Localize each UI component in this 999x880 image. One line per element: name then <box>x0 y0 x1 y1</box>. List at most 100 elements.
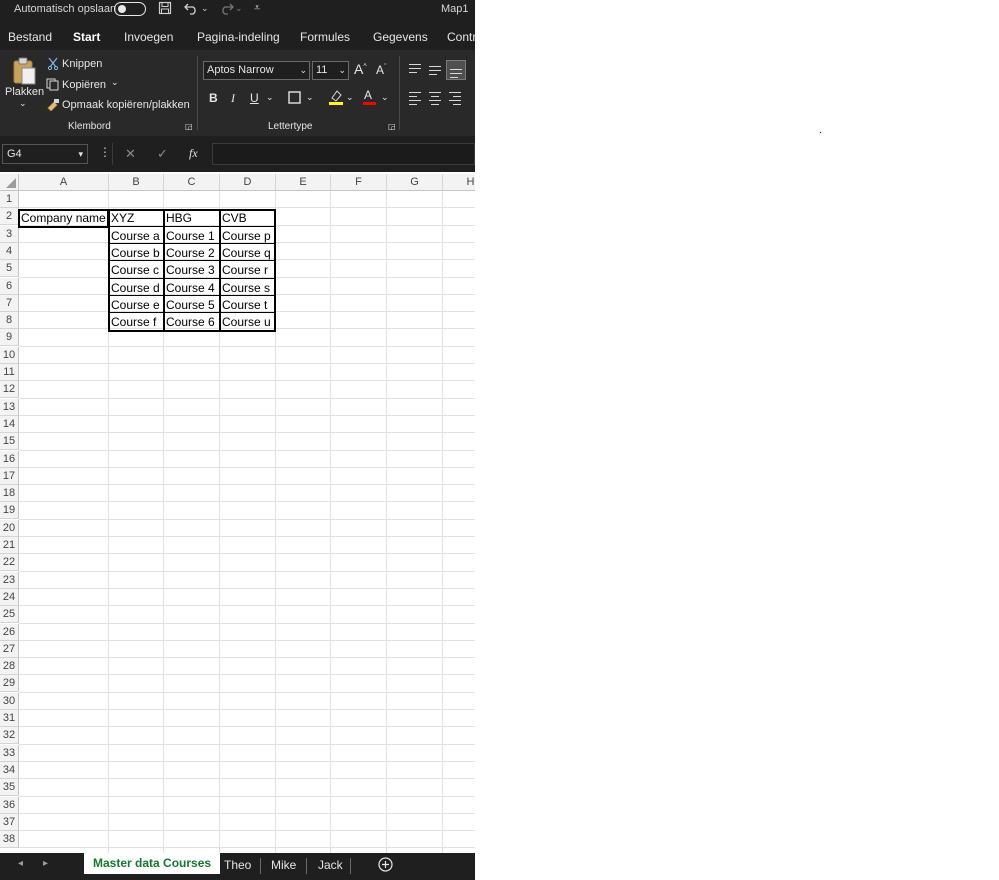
paste-button[interactable]: Plakken <box>5 86 44 98</box>
row-header-38[interactable]: 38 <box>0 831 19 849</box>
clipboard-launcher-icon[interactable]: ◲ <box>185 122 193 131</box>
undo-dropdown-icon[interactable]: ⌄ <box>201 3 209 14</box>
copy-button[interactable]: Kopiëren <box>62 79 106 91</box>
row-header-4[interactable]: 4 <box>0 242 19 260</box>
align-middle-icon[interactable] <box>429 66 441 78</box>
row-header-10[interactable]: 10 <box>0 346 19 364</box>
row-header-22[interactable]: 22 <box>0 554 19 572</box>
underline-button[interactable]: U <box>250 91 259 105</box>
align-center-icon[interactable] <box>429 92 441 108</box>
cell-c8[interactable]: Course 6 <box>164 314 215 331</box>
align-left-icon[interactable] <box>409 92 421 108</box>
row-header-3[interactable]: 3 <box>0 225 19 243</box>
autosave-toggle[interactable] <box>114 2 146 16</box>
redo-dropdown-icon[interactable]: ⌄ <box>235 3 243 14</box>
formula-input[interactable] <box>212 143 475 165</box>
highlight-dropdown-icon[interactable]: ⌄ <box>346 92 354 103</box>
scroll-left-icon[interactable]: ◂ <box>18 858 23 869</box>
cell-c2[interactable]: HBG <box>164 210 192 227</box>
font-color-dropdown-icon[interactable]: ⌄ <box>381 92 389 103</box>
cell-b5[interactable]: Course c <box>109 262 159 279</box>
column-header-h[interactable]: H <box>443 174 475 191</box>
cell-c7[interactable]: Course 5 <box>164 297 215 314</box>
tab-controleren[interactable]: Contr <box>447 30 475 44</box>
row-header-5[interactable]: 5 <box>0 260 19 278</box>
customize-toolbar-icon[interactable]: ⩡ <box>254 2 260 15</box>
cell-c6[interactable]: Course 4 <box>164 280 215 297</box>
row-header-34[interactable]: 34 <box>0 761 19 779</box>
select-all-corner[interactable] <box>0 174 19 191</box>
row-header-25[interactable]: 25 <box>0 606 19 624</box>
row-header-35[interactable]: 35 <box>0 779 19 797</box>
row-header-33[interactable]: 33 <box>0 744 19 762</box>
row-header-12[interactable]: 12 <box>0 381 19 399</box>
borders-icon[interactable] <box>288 91 301 107</box>
row-header-28[interactable]: 28 <box>0 658 19 676</box>
format-painter-button[interactable]: Opmaak kopiëren/plakken <box>62 99 190 111</box>
row-header-27[interactable]: 27 <box>0 640 19 658</box>
column-header-g[interactable]: G <box>387 174 443 191</box>
row-header-26[interactable]: 26 <box>0 623 19 641</box>
cell-d4[interactable]: Course q <box>220 245 271 262</box>
cell-d7[interactable]: Course t <box>220 297 267 314</box>
highlight-color-icon[interactable] <box>329 89 343 108</box>
row-header-13[interactable]: 13 <box>0 398 19 416</box>
row-header-9[interactable]: 9 <box>0 329 19 347</box>
redo-icon[interactable] <box>218 1 234 18</box>
column-header-e[interactable]: E <box>276 174 331 191</box>
name-box[interactable]: G4 ▾ <box>2 144 88 164</box>
font-name-select[interactable]: Aptos Narrow ⌄ <box>203 61 310 80</box>
save-icon[interactable] <box>158 1 172 18</box>
grow-font-button[interactable]: A^ <box>354 61 367 77</box>
cell-b7[interactable]: Course e <box>109 297 160 314</box>
row-header-31[interactable]: 31 <box>0 710 19 727</box>
tab-pagina-indeling[interactable]: Pagina-indeling <box>197 30 280 44</box>
cell-d5[interactable]: Course r <box>220 262 268 279</box>
row-header-23[interactable]: 23 <box>0 571 19 589</box>
undo-icon[interactable] <box>184 1 200 18</box>
row-header-21[interactable]: 21 <box>0 537 19 554</box>
format-painter-icon[interactable] <box>46 98 60 114</box>
underline-dropdown-icon[interactable]: ⌄ <box>266 92 274 103</box>
column-header-b[interactable]: B <box>109 174 164 191</box>
column-header-f[interactable]: F <box>331 174 387 191</box>
cell-c3[interactable]: Course 1 <box>164 228 215 245</box>
row-header-11[interactable]: 11 <box>0 364 19 381</box>
paste-icon[interactable] <box>11 56 37 89</box>
row-header-2[interactable]: 2 <box>0 208 19 226</box>
scroll-right-icon[interactable]: ▸ <box>43 858 48 869</box>
cut-icon[interactable] <box>47 57 59 73</box>
font-launcher-icon[interactable]: ◲ <box>388 122 396 131</box>
row-header-29[interactable]: 29 <box>0 675 19 693</box>
font-color-button[interactable]: A <box>363 88 376 105</box>
paste-dropdown-icon[interactable]: ⌄ <box>19 98 27 109</box>
cell-c4[interactable]: Course 2 <box>164 245 215 262</box>
row-header-18[interactable]: 18 <box>0 485 19 503</box>
cell-d6[interactable]: Course s <box>220 280 270 297</box>
cell-b8[interactable]: Course f <box>109 314 156 331</box>
row-header-16[interactable]: 16 <box>0 450 19 468</box>
row-header-6[interactable]: 6 <box>0 277 19 295</box>
align-bottom-button[interactable] <box>446 60 466 80</box>
copy-icon[interactable] <box>46 78 59 94</box>
sheet-tab-jack[interactable]: Jack <box>318 858 343 872</box>
tab-bestand[interactable]: Bestand <box>8 30 52 44</box>
row-header-37[interactable]: 37 <box>0 813 19 831</box>
column-header-c[interactable]: C <box>164 174 220 191</box>
tab-gegevens[interactable]: Gegevens <box>373 30 428 44</box>
cell-c5[interactable]: Course 3 <box>164 262 215 279</box>
borders-dropdown-icon[interactable]: ⌄ <box>306 92 314 103</box>
sheet-tab-master-data-courses[interactable]: Master data Courses <box>84 853 221 874</box>
row-header-17[interactable]: 17 <box>0 467 19 485</box>
insert-function-icon[interactable]: fx <box>189 146 198 161</box>
italic-button[interactable]: I <box>231 91 235 106</box>
row-header-36[interactable]: 36 <box>0 796 19 814</box>
row-header-19[interactable]: 19 <box>0 502 19 520</box>
row-header-15[interactable]: 15 <box>0 433 19 451</box>
tab-formules[interactable]: Formules <box>300 30 350 44</box>
sheet-tab-mike[interactable]: Mike <box>271 858 296 872</box>
tab-start[interactable]: Start <box>73 30 101 52</box>
copy-dropdown-icon[interactable]: ⌄ <box>111 77 119 88</box>
row-header-14[interactable]: 14 <box>0 415 19 433</box>
cell-b3[interactable]: Course a <box>109 228 160 245</box>
